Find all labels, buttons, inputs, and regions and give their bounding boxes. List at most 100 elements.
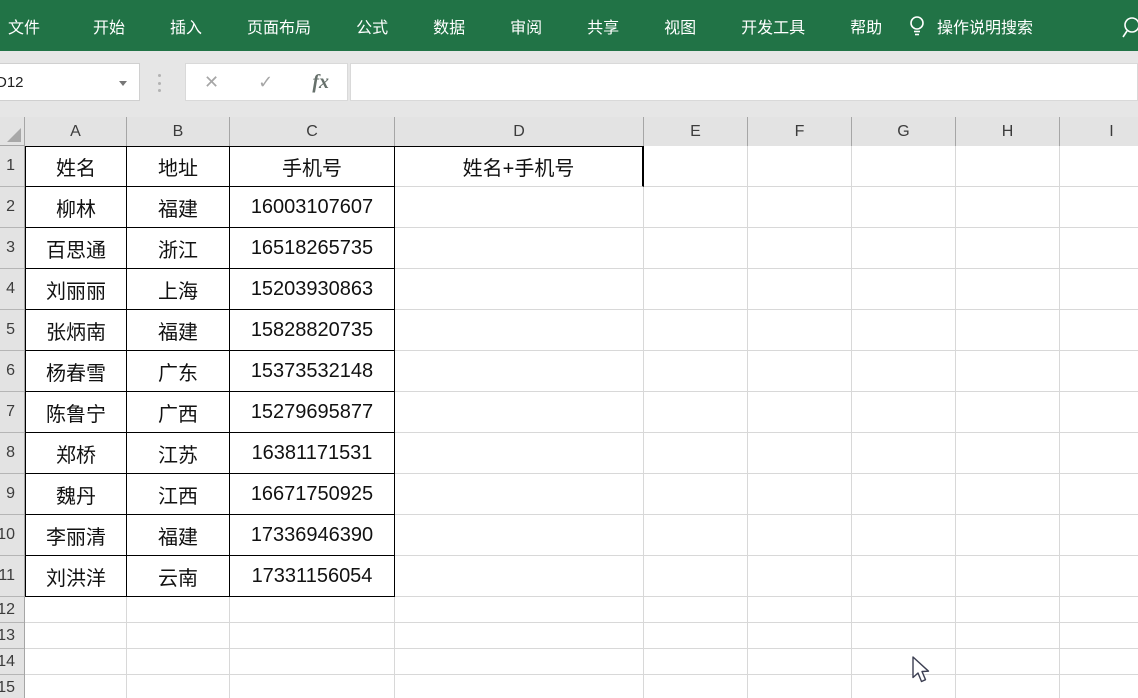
cell-F9[interactable]: [748, 474, 852, 515]
cell-B7[interactable]: 广西: [127, 392, 230, 433]
cell-B6[interactable]: 广东: [127, 351, 230, 392]
cell-B13[interactable]: [127, 623, 230, 649]
cell-A13[interactable]: [25, 623, 127, 649]
row-header-11[interactable]: 11: [0, 556, 24, 597]
cell-D15[interactable]: [395, 675, 644, 698]
cell-I7[interactable]: [1060, 392, 1138, 433]
cell-E12[interactable]: [644, 597, 748, 623]
tab-文件[interactable]: 文件: [8, 14, 40, 38]
formula-input[interactable]: [350, 63, 1138, 101]
name-box-dropdown-icon[interactable]: [119, 81, 127, 86]
cell-D9[interactable]: [395, 474, 644, 515]
cell-I8[interactable]: [1060, 433, 1138, 474]
cell-A4[interactable]: 刘丽丽: [25, 269, 127, 310]
cell-F12[interactable]: [748, 597, 852, 623]
cell-G4[interactable]: [852, 269, 956, 310]
cell-I13[interactable]: [1060, 623, 1138, 649]
select-all-button[interactable]: [0, 117, 25, 146]
cell-C10[interactable]: 17336946390: [230, 515, 395, 556]
cell-G2[interactable]: [852, 187, 956, 228]
tab-公式[interactable]: 公式: [356, 14, 388, 38]
cell-I4[interactable]: [1060, 269, 1138, 310]
tab-开始[interactable]: 开始: [93, 14, 125, 38]
cell-F3[interactable]: [748, 228, 852, 269]
row-header-6[interactable]: 6: [0, 351, 24, 392]
col-header-B[interactable]: B: [127, 117, 230, 146]
cell-A14[interactable]: [25, 649, 127, 675]
cell-H5[interactable]: [956, 310, 1060, 351]
cell-E14[interactable]: [644, 649, 748, 675]
tab-帮助[interactable]: 帮助: [850, 14, 882, 38]
cell-D1[interactable]: 姓名+手机号: [395, 146, 644, 187]
cell-G8[interactable]: [852, 433, 956, 474]
cell-G3[interactable]: [852, 228, 956, 269]
cell-G13[interactable]: [852, 623, 956, 649]
cell-C14[interactable]: [230, 649, 395, 675]
cell-E3[interactable]: [644, 228, 748, 269]
cell-F7[interactable]: [748, 392, 852, 433]
cell-I2[interactable]: [1060, 187, 1138, 228]
cell-H4[interactable]: [956, 269, 1060, 310]
cell-B11[interactable]: 云南: [127, 556, 230, 597]
cell-B12[interactable]: [127, 597, 230, 623]
cell-A1[interactable]: 姓名: [25, 146, 127, 187]
col-header-E[interactable]: E: [644, 117, 748, 146]
cell-B1[interactable]: 地址: [127, 146, 230, 187]
cell-H11[interactable]: [956, 556, 1060, 597]
cell-I6[interactable]: [1060, 351, 1138, 392]
row-header-15[interactable]: 15: [0, 675, 24, 698]
cell-C8[interactable]: 16381171531: [230, 433, 395, 474]
cell-A8[interactable]: 郑桥: [25, 433, 127, 474]
tab-开发工具[interactable]: 开发工具: [741, 14, 805, 38]
cell-A5[interactable]: 张炳南: [25, 310, 127, 351]
cell-A3[interactable]: 百思通: [25, 228, 127, 269]
cell-I11[interactable]: [1060, 556, 1138, 597]
cell-D4[interactable]: [395, 269, 644, 310]
row-header-1[interactable]: 1: [0, 146, 24, 187]
cell-D14[interactable]: [395, 649, 644, 675]
cell-H6[interactable]: [956, 351, 1060, 392]
cell-B14[interactable]: [127, 649, 230, 675]
cell-A11[interactable]: 刘洪洋: [25, 556, 127, 597]
cell-E8[interactable]: [644, 433, 748, 474]
cell-B15[interactable]: [127, 675, 230, 698]
cell-C4[interactable]: 15203930863: [230, 269, 395, 310]
row-header-2[interactable]: 2: [0, 187, 24, 228]
cell-H8[interactable]: [956, 433, 1060, 474]
cell-F5[interactable]: [748, 310, 852, 351]
cell-E15[interactable]: [644, 675, 748, 698]
cell-F11[interactable]: [748, 556, 852, 597]
cell-B2[interactable]: 福建: [127, 187, 230, 228]
cell-H10[interactable]: [956, 515, 1060, 556]
cell-C3[interactable]: 16518265735: [230, 228, 395, 269]
cell-G14[interactable]: [852, 649, 956, 675]
tab-视图[interactable]: 视图: [664, 14, 696, 38]
cell-C7[interactable]: 15279695877: [230, 392, 395, 433]
enter-icon[interactable]: ✓: [258, 73, 273, 91]
cell-B5[interactable]: 福建: [127, 310, 230, 351]
cell-G5[interactable]: [852, 310, 956, 351]
cell-A10[interactable]: 李丽清: [25, 515, 127, 556]
cell-E2[interactable]: [644, 187, 748, 228]
cell-H12[interactable]: [956, 597, 1060, 623]
cell-F2[interactable]: [748, 187, 852, 228]
cancel-icon[interactable]: ✕: [204, 73, 219, 91]
cell-F1[interactable]: [748, 146, 852, 187]
cell-B8[interactable]: 江苏: [127, 433, 230, 474]
cell-G15[interactable]: [852, 675, 956, 698]
cell-H9[interactable]: [956, 474, 1060, 515]
cell-E6[interactable]: [644, 351, 748, 392]
row-header-5[interactable]: 5: [0, 310, 24, 351]
cell-I15[interactable]: [1060, 675, 1138, 698]
col-header-C[interactable]: C: [230, 117, 395, 146]
cell-E7[interactable]: [644, 392, 748, 433]
cell-F6[interactable]: [748, 351, 852, 392]
row-header-4[interactable]: 4: [0, 269, 24, 310]
cell-D5[interactable]: [395, 310, 644, 351]
cell-D11[interactable]: [395, 556, 644, 597]
cell-H1[interactable]: [956, 146, 1060, 187]
insert-function-icon[interactable]: fx: [312, 72, 329, 92]
col-header-I[interactable]: I: [1060, 117, 1138, 146]
tab-插入[interactable]: 插入: [170, 14, 202, 38]
cell-C2[interactable]: 16003107607: [230, 187, 395, 228]
